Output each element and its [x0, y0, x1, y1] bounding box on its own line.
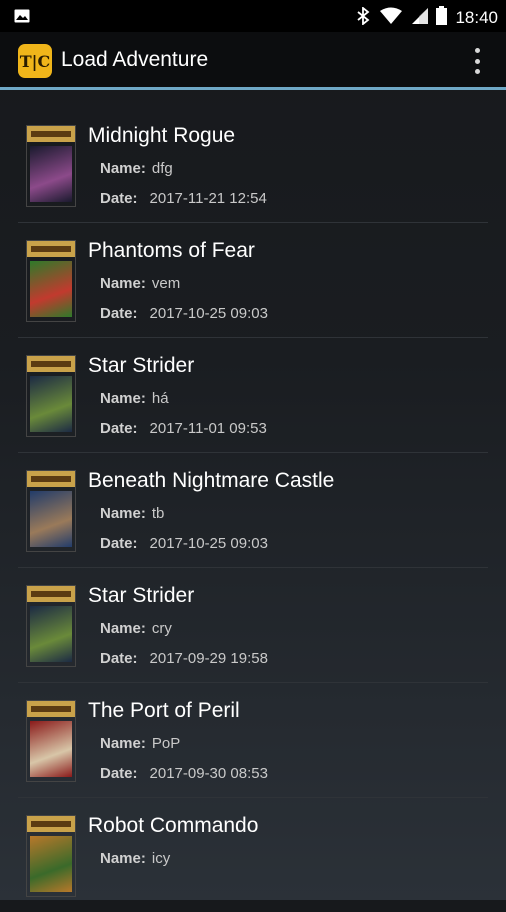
save-date: 2017-09-30 08:53 [149, 765, 268, 782]
name-label: Name: [100, 160, 146, 177]
wifi-icon [380, 7, 403, 30]
battery-icon [436, 6, 448, 30]
save-name: cry [151, 620, 172, 637]
adventure-title: Phantoms of Fear [88, 239, 255, 262]
date-label: Date: [100, 535, 138, 552]
name-label: Name: [100, 390, 146, 407]
save-name: dfg [151, 160, 173, 177]
app-logo: T|C [18, 44, 52, 78]
adventure-title: Robot Commando [88, 814, 259, 837]
name-label: Name: [100, 735, 146, 752]
clock: 18:40 [455, 8, 498, 27]
overflow-menu-icon[interactable] [470, 46, 484, 76]
image-notification-icon [14, 9, 30, 28]
list-item[interactable]: Beneath Nightmare Castle Name: tb Date: 20… [18, 453, 488, 568]
book-cover-image [26, 815, 76, 897]
list-item[interactable]: Robot Commando Name: icy [18, 798, 488, 912]
page-title: Load Adventure [61, 48, 209, 71]
name-label: Name: [100, 620, 146, 637]
book-cover-image [26, 470, 76, 552]
name-label: Name: [100, 850, 146, 867]
list-item[interactable]: Star Strider Name: há Date: 2017-11-01 09:… [18, 338, 488, 453]
save-date: 2017-10-25 09:03 [149, 535, 268, 552]
book-cover-image [26, 355, 76, 437]
list-item[interactable]: The Port of Peril Name: PoP Date: 2017-09-… [18, 683, 488, 798]
save-date: 2017-11-01 09:53 [149, 420, 267, 437]
book-cover-image [26, 125, 76, 207]
save-name: vem [151, 275, 181, 292]
book-cover-image [26, 585, 76, 667]
nfc-bluetooth-icon [356, 5, 372, 30]
save-name: icy [151, 850, 171, 867]
adventure-title: Star Strider [88, 584, 195, 607]
date-label: Date: [100, 305, 138, 322]
save-date: 2017-11-21 12:54 [149, 190, 267, 207]
date-label: Date: [100, 190, 138, 207]
status-bar: 18:40 [0, 0, 506, 32]
signal-icon [410, 7, 429, 30]
adventure-title: The Port of Peril [88, 699, 240, 722]
name-label: Name: [100, 505, 146, 522]
book-cover-image [26, 700, 76, 782]
list-item[interactable]: Midnight Rogue Name: dfg Date: 2017-11-21 … [18, 108, 488, 223]
date-label: Date: [100, 650, 138, 667]
save-name: há [151, 390, 169, 407]
adventure-title: Beneath Nightmare Castle [88, 469, 335, 492]
book-cover-image [26, 240, 76, 322]
save-date: 2017-10-25 09:03 [149, 305, 268, 322]
saved-adventures-list: Midnight Rogue Name: dfg Date: 2017-11-21 … [0, 108, 506, 912]
save-date: 2017-09-29 19:58 [149, 650, 268, 667]
list-item[interactable]: Star Strider Name: cry Date: 2017-09-29 19… [18, 568, 488, 683]
name-label: Name: [100, 275, 146, 292]
save-name: PoP [151, 735, 181, 752]
list-item[interactable]: Phantoms of Fear Name: vem Date: 2017-10-2… [18, 223, 488, 338]
app-bar: T|C Load Adventure [0, 32, 506, 88]
app-bar-divider [0, 87, 506, 90]
save-name: tb [151, 505, 165, 522]
date-label: Date: [100, 765, 138, 782]
adventure-title: Star Strider [88, 354, 195, 377]
date-label: Date: [100, 420, 138, 437]
adventure-title: Midnight Rogue [88, 124, 236, 147]
